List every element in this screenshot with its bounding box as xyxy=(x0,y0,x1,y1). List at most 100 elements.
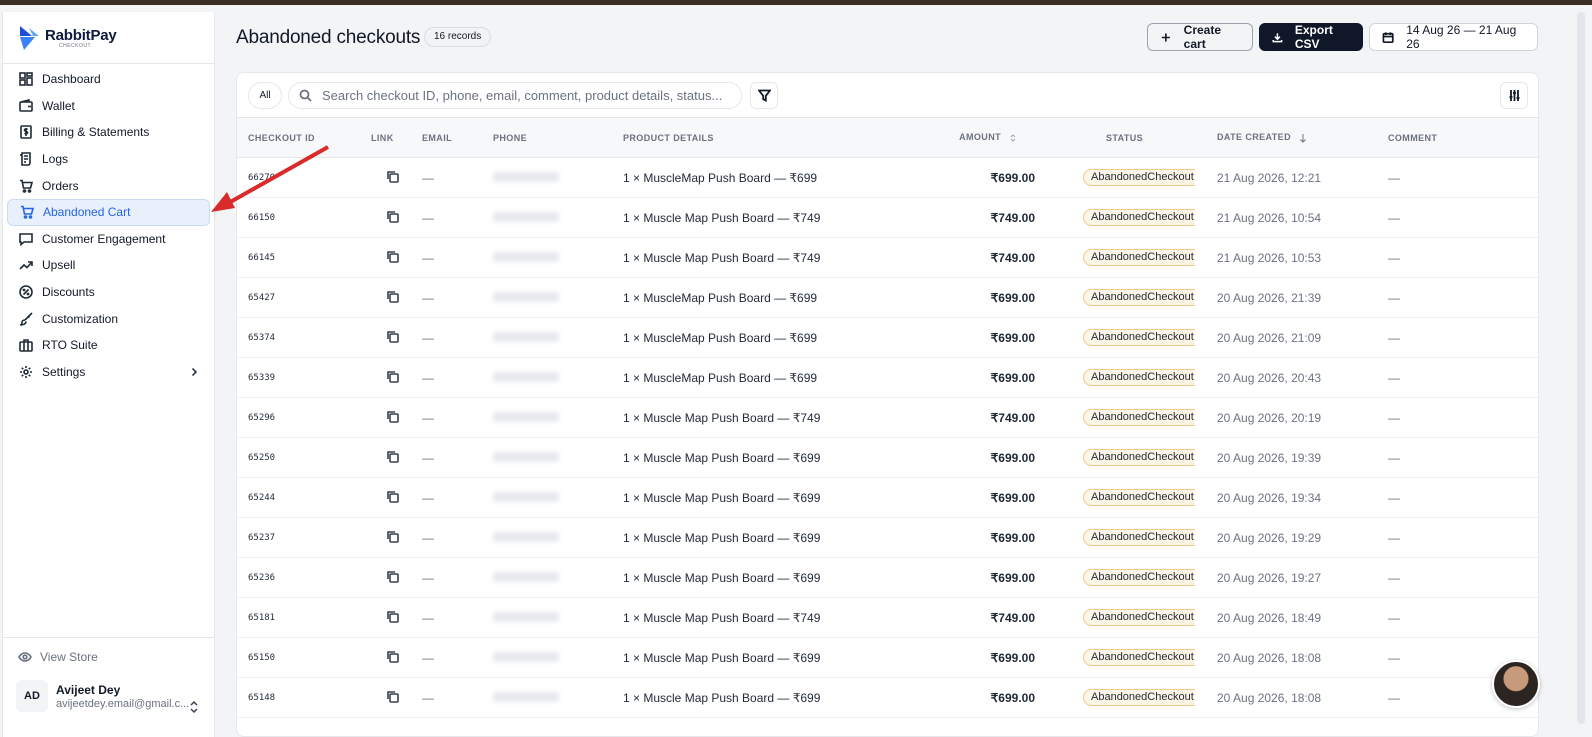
sidebar-item-upsell[interactable]: Upsell xyxy=(7,252,210,279)
sidebar-item-abandoned-cart[interactable]: Abandoned Cart xyxy=(7,198,210,226)
view-store-link[interactable]: View Store xyxy=(3,638,214,664)
briefcase-icon xyxy=(19,338,33,353)
table-row[interactable]: 65237 — 1 × Muscle Map Push Board — ₹699 ₹6… xyxy=(237,518,1538,558)
chevron-right-icon xyxy=(191,367,198,376)
window-top-bar xyxy=(0,0,1592,5)
sidebar-item-label: Upsell xyxy=(42,258,76,273)
sidebar-item-dashboard[interactable]: Dashboard xyxy=(7,66,210,93)
sidebar-item-rto-suite[interactable]: RTO Suite xyxy=(7,332,210,359)
chevron-up-down-icon[interactable] xyxy=(188,699,200,715)
product-details-cell: 1 × Muscle Map Push Board — ₹699 xyxy=(623,690,821,705)
copy-icon[interactable] xyxy=(386,490,399,503)
sidebar-item-label: Customer Engagement xyxy=(42,231,166,246)
amount-cell: ₹699.00 xyxy=(990,530,1035,545)
sidebar-item-customization[interactable]: Customization xyxy=(7,305,210,332)
user-menu[interactable]: AD Avijeet Dey avijeetdey.email@gmail.c.… xyxy=(3,664,214,712)
table-row[interactable]: 65374 — 1 × MuscleMap Push Board — ₹699 ₹69… xyxy=(237,318,1538,358)
table-row[interactable]: 66270 — 1 × MuscleMap Push Board — ₹699 ₹69… xyxy=(237,158,1538,198)
sidebar-item-customer-engagement[interactable]: Customer Engagement xyxy=(7,226,210,253)
brand-logo[interactable]: RabbitPay CHECKOUT xyxy=(3,12,214,64)
table-row[interactable]: 65244 — 1 × Muscle Map Push Board — ₹699 ₹6… xyxy=(237,478,1538,518)
amount-cell: ₹699.00 xyxy=(990,370,1035,385)
link-cell xyxy=(360,598,411,638)
dashboard-icon xyxy=(19,72,33,87)
copy-icon[interactable] xyxy=(386,170,399,183)
view-store-label: View Store xyxy=(40,650,98,664)
copy-icon[interactable] xyxy=(386,570,399,583)
phone-blurred xyxy=(493,331,559,342)
date-created-cell: 20 Aug 2026, 19:27 xyxy=(1217,570,1322,585)
copy-icon[interactable] xyxy=(386,210,399,223)
sidebar-item-label: Logs xyxy=(42,152,69,167)
sort-icon[interactable] xyxy=(1009,133,1017,143)
sidebar-item-billing[interactable]: Billing & Statements xyxy=(7,119,210,146)
export-csv-button[interactable]: Export CSV xyxy=(1259,23,1363,51)
brush-icon xyxy=(19,312,33,326)
email-cell: — xyxy=(422,290,434,305)
copy-icon[interactable] xyxy=(386,650,399,663)
status-cell: AbandonedCheckout xyxy=(1047,198,1195,238)
date-created-cell: 20 Aug 2026, 20:19 xyxy=(1217,410,1322,425)
table-row[interactable]: 65150 — 1 × Muscle Map Push Board — ₹699 ₹6… xyxy=(237,638,1538,678)
table-row[interactable]: 65250 — 1 × Muscle Map Push Board — ₹699 ₹6… xyxy=(237,438,1538,478)
copy-icon[interactable] xyxy=(386,690,399,703)
email-cell: — xyxy=(422,690,434,705)
column-header-comment: COMMENT xyxy=(1388,132,1438,143)
filter-all-chip[interactable]: All xyxy=(248,82,282,109)
copy-icon[interactable] xyxy=(386,410,399,423)
comment-cell: — xyxy=(1388,330,1400,345)
copy-icon[interactable] xyxy=(386,370,399,383)
user-avatar: AD xyxy=(16,680,48,712)
comment-cell: — xyxy=(1388,530,1400,545)
table-row[interactable]: 65339 — 1 × MuscleMap Push Board — ₹699 ₹69… xyxy=(237,358,1538,398)
sort-desc-icon[interactable] xyxy=(1299,133,1307,143)
table-row[interactable]: 65296 — 1 × Muscle Map Push Board — ₹749 ₹7… xyxy=(237,398,1538,438)
page-scrollbar[interactable] xyxy=(1577,12,1585,724)
sidebar-item-orders[interactable]: Orders xyxy=(7,172,210,199)
status-badge: AbandonedCheckout xyxy=(1083,529,1195,546)
column-header-checkout-id[interactable]: CHECKOUT ID xyxy=(237,118,360,158)
date-created-cell: 20 Aug 2026, 18:08 xyxy=(1217,650,1322,665)
comment-cell: — xyxy=(1388,570,1400,585)
comment-cell: — xyxy=(1388,290,1400,305)
table-row[interactable]: 65427 — 1 × MuscleMap Push Board — ₹699 ₹69… xyxy=(237,278,1538,318)
column-settings-button[interactable] xyxy=(1500,82,1528,109)
table-row[interactable]: 65148 — 1 × Muscle Map Push Board — ₹699 ₹6… xyxy=(237,678,1538,718)
status-badge: AbandonedCheckout xyxy=(1083,489,1195,506)
sidebar-item-settings[interactable]: Settings xyxy=(7,359,210,386)
sidebar-footer: View Store AD Avijeet Dey avijeetdey.ema… xyxy=(3,637,214,737)
status-badge: AbandonedCheckout xyxy=(1083,249,1195,266)
column-header-date-created[interactable]: DATE CREATED xyxy=(1195,118,1368,158)
copy-icon[interactable] xyxy=(386,330,399,343)
sidebar-item-wallet[interactable]: Wallet xyxy=(7,93,210,120)
table-row[interactable]: 66150 — 1 × Muscle Map Push Board — ₹749 ₹7… xyxy=(237,198,1538,238)
copy-icon[interactable] xyxy=(386,610,399,623)
calendar-icon xyxy=(1382,31,1394,43)
eye-icon xyxy=(18,652,32,662)
sidebar-item-logs[interactable]: Logs xyxy=(7,146,210,173)
search-input[interactable] xyxy=(322,88,732,103)
sidebar-item-discounts[interactable]: Discounts xyxy=(7,279,210,306)
amount-cell: ₹699.00 xyxy=(990,690,1035,705)
phone-blurred xyxy=(493,571,559,582)
phone-cell xyxy=(482,438,612,478)
copy-icon[interactable] xyxy=(386,250,399,263)
status-badge: AbandonedCheckout xyxy=(1083,689,1195,706)
filter-button[interactable] xyxy=(750,82,778,109)
copy-icon[interactable] xyxy=(386,450,399,463)
billing-icon xyxy=(19,125,33,140)
support-chat-avatar[interactable] xyxy=(1492,660,1540,708)
create-cart-button[interactable]: Create cart xyxy=(1147,23,1253,51)
table-row[interactable]: 65181 — 1 × Muscle Map Push Board — ₹749 ₹7… xyxy=(237,598,1538,638)
date-range-picker[interactable]: 14 Aug 26 — 21 Aug 26 xyxy=(1369,23,1538,51)
link-cell xyxy=(360,318,411,358)
copy-icon[interactable] xyxy=(386,530,399,543)
sidebar-item-label: Wallet xyxy=(42,98,75,113)
table-row[interactable]: 65236 — 1 × Muscle Map Push Board — ₹699 ₹6… xyxy=(237,558,1538,598)
copy-icon[interactable] xyxy=(386,290,399,303)
column-header-amount[interactable]: AMOUNT xyxy=(871,118,1047,158)
search-box[interactable] xyxy=(288,82,742,109)
date-created-cell: 20 Aug 2026, 18:49 xyxy=(1217,610,1322,625)
date-range-label: 14 Aug 26 — 21 Aug 26 xyxy=(1406,23,1517,51)
table-row[interactable]: 66145 — 1 × Muscle Map Push Board — ₹749 ₹7… xyxy=(237,238,1538,278)
